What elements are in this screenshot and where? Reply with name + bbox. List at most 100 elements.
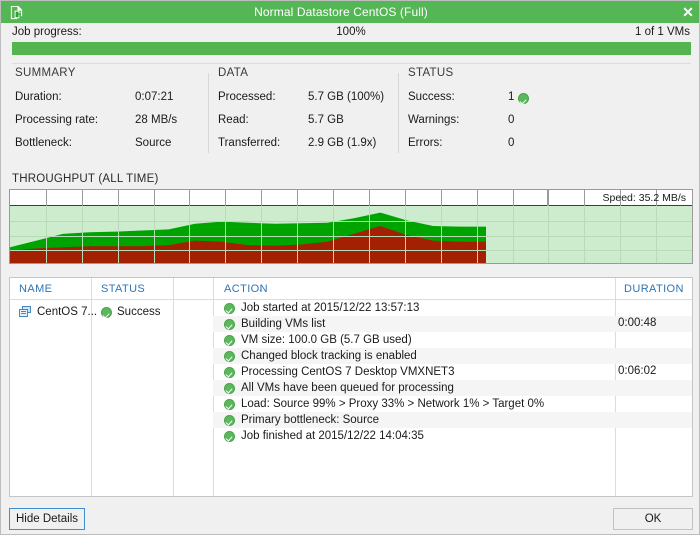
action-log-duration: 0:06:02 (618, 365, 657, 377)
vm-name-text: CentOS 7... (37, 306, 98, 318)
status-row-warnings: Warnings: 0 (408, 114, 588, 137)
window-title: Normal Datastore CentOS (Full) (254, 5, 428, 19)
summary-row-bottleneck: Bottleneck: Source (15, 137, 205, 160)
action-log-row[interactable]: Changed block tracking is enabled (213, 348, 692, 364)
chart-grid-line-header (82, 190, 83, 206)
ok-button[interactable]: OK (613, 508, 693, 530)
chart-grid-line-horizontal (10, 221, 692, 222)
ok-label: OK (644, 513, 662, 525)
data-heading: DATA (218, 67, 249, 79)
column-header-status[interactable]: STATUS (101, 283, 145, 295)
summary-heading: SUMMARY (15, 67, 76, 79)
chart-grid-line-header (118, 190, 119, 206)
action-log-text: Primary bottleneck: Source (241, 414, 380, 426)
status-heading: STATUS (408, 67, 454, 79)
divider-data-status (398, 73, 399, 153)
action-log-text: Building VMs list (241, 318, 326, 330)
column-separator-status[interactable] (173, 278, 174, 496)
hide-details-button[interactable]: Hide Details (9, 508, 85, 530)
action-log-duration: 0:00:48 (618, 317, 657, 329)
action-log-text: Processing CentOS 7 Desktop VMXNET3 (241, 366, 455, 378)
table-header-row: NAME STATUS ACTION ↓ DURATION (10, 278, 692, 300)
success-check-icon (224, 318, 235, 330)
job-progress-bar-fill (12, 42, 691, 55)
throughput-speed-label: Speed: 35.2 MB/s (602, 192, 686, 204)
success-check-icon (224, 302, 235, 314)
divider-under-progress (12, 63, 691, 64)
action-log-row[interactable]: Job started at 2015/12/22 13:57:13 (213, 300, 692, 316)
job-progress-bar (12, 42, 691, 55)
column-header-name[interactable]: NAME (19, 283, 52, 295)
status-row-success: Success: 1 (408, 91, 588, 114)
chart-grid-line-header (369, 190, 370, 206)
divider-summary-data (208, 73, 209, 153)
job-progress-dialog: Normal Datastore CentOS (Full) ✕ Job pro… (0, 0, 700, 535)
action-log-row[interactable]: Building VMs list 0:00:48 (213, 316, 692, 332)
chart-grid-line-header (261, 190, 262, 206)
job-progress-vm-count: 1 of 1 VMs (635, 26, 690, 38)
throughput-chart: Speed: 35.2 MB/s (9, 189, 693, 264)
action-log-list: Job started at 2015/12/22 13:57:13 Buildi… (213, 300, 692, 444)
status-warnings-key: Warnings: (408, 114, 460, 126)
action-log-text: All VMs have been queued for processing (241, 382, 454, 394)
action-log-row[interactable]: Primary bottleneck: Source (213, 412, 692, 428)
success-check-icon (224, 414, 235, 426)
action-log-text: Job started at 2015/12/22 13:57:13 (241, 302, 420, 314)
throughput-chart-title: THROUGHPUT (ALL TIME) (12, 173, 159, 185)
chart-grid-line-header (189, 190, 190, 206)
chart-grid-line-header (154, 190, 155, 206)
chart-grid-line-horizontal (10, 250, 692, 251)
job-progress-percent: 100% (336, 26, 366, 38)
status-success-key: Success: (408, 91, 455, 103)
hide-details-label: Hide Details (16, 513, 78, 525)
data-row-read: Read: 5.7 GB (218, 114, 398, 137)
data-processed-key: Processed: (218, 91, 276, 103)
vm-status-text: Success (117, 306, 161, 318)
job-progress-row: Job progress: 100% 1 of 1 VMs (1, 23, 699, 42)
action-log-text: Changed block tracking is enabled (241, 350, 417, 362)
action-log-text: Load: Source 99% > Proxy 33% > Network 1… (241, 398, 545, 410)
status-warnings-value: 0 (508, 114, 515, 126)
success-check-icon (224, 430, 235, 442)
table-row-vm-name[interactable]: CentOS 7... (19, 306, 97, 318)
column-header-duration[interactable]: DURATION (624, 283, 684, 295)
action-log-text: Job finished at 2015/12/22 14:04:35 (241, 430, 424, 442)
chart-grid-line-header (46, 190, 47, 206)
status-errors-value: 0 (508, 137, 515, 149)
action-log-row[interactable]: VM size: 100.0 GB (5.7 GB used) (213, 332, 692, 348)
table-row-vm-status: Success (101, 306, 160, 318)
summary-processing-rate-key: Processing rate: (15, 114, 99, 126)
chart-grid-line-header (441, 190, 442, 206)
chart-grid-line-header (225, 190, 226, 206)
close-icon[interactable]: ✕ (675, 1, 699, 23)
summary-row-duration: Duration: 0:07:21 (15, 91, 205, 114)
action-log-row[interactable]: Job finished at 2015/12/22 14:04:35 (213, 428, 692, 444)
action-log-text: VM size: 100.0 GB (5.7 GB used) (241, 334, 412, 346)
data-transferred-value: 2.9 GB (1.9x) (308, 137, 377, 149)
data-read-value: 5.7 GB (308, 114, 344, 126)
data-row-transferred: Transferred: 2.9 GB (1.9x) (218, 137, 398, 160)
success-check-icon (101, 306, 112, 318)
success-check-icon (518, 93, 529, 104)
sort-arrow-icon: ↓ (258, 283, 264, 294)
data-read-key: Read: (218, 114, 249, 126)
job-statistics: SUMMARY Duration: 0:07:21 Processing rat… (1, 67, 699, 167)
data-column: DATA Processed: 5.7 GB (100%) Read: 5.7 … (218, 67, 398, 160)
action-log-row[interactable]: Processing CentOS 7 Desktop VMXNET3 0:06:… (213, 364, 692, 380)
data-transferred-key: Transferred: (218, 137, 281, 149)
data-processed-value: 5.7 GB (100%) (308, 91, 385, 103)
summary-bottleneck-value: Source (135, 137, 172, 149)
data-row-processed: Processed: 5.7 GB (100%) (218, 91, 398, 114)
job-details-table: NAME STATUS ACTION ↓ DURATION CentOS 7..… (9, 277, 693, 497)
action-log-row[interactable]: All VMs have been queued for processing (213, 380, 692, 396)
chart-grid-line-horizontal (10, 236, 692, 237)
chart-grid-line-header (513, 190, 514, 206)
success-check-icon (224, 350, 235, 362)
chart-grid-line-header (405, 190, 406, 206)
status-column: STATUS Success: 1 Warnings: 0 Errors: 0 (408, 67, 588, 160)
summary-processing-rate-value: 28 MB/s (135, 114, 178, 126)
success-check-icon (224, 334, 235, 346)
action-log-row[interactable]: Load: Source 99% > Proxy 33% > Network 1… (213, 396, 692, 412)
status-row-errors: Errors: 0 (408, 137, 588, 160)
success-check-icon (224, 398, 235, 410)
